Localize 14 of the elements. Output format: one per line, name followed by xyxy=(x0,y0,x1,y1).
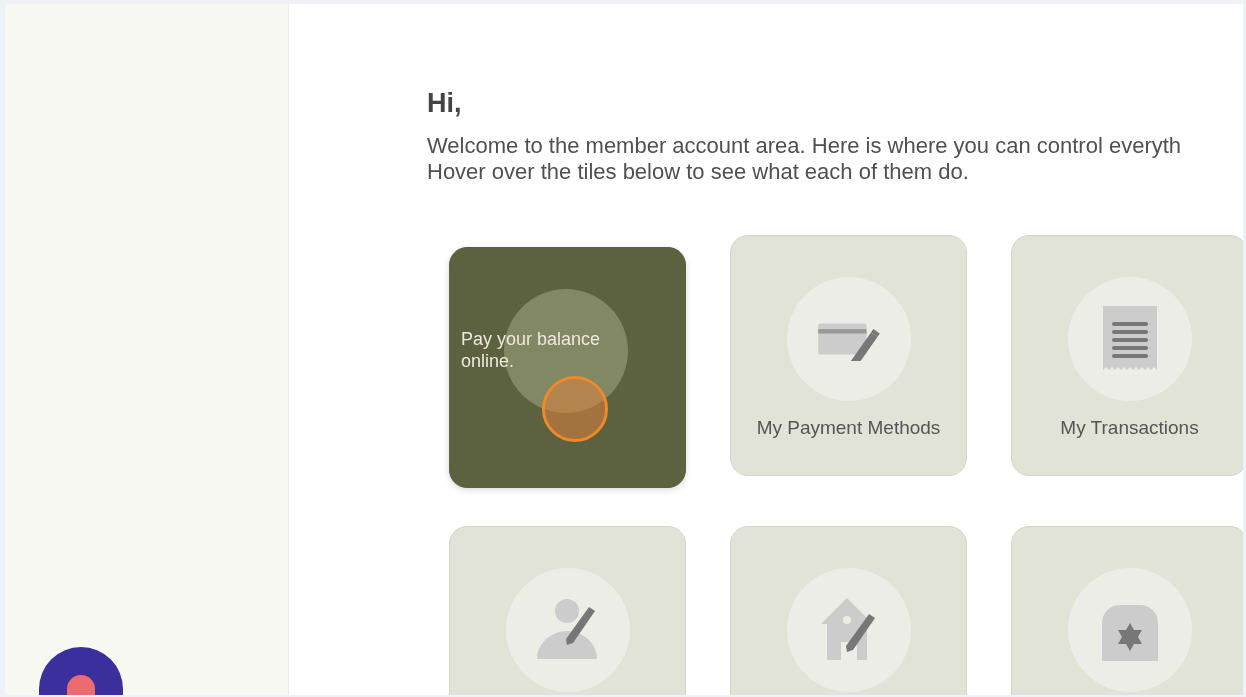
greeting-heading: Hi, xyxy=(427,88,463,119)
intro-text: Hover over the tiles below to see what each of them do. xyxy=(427,159,970,185)
intro-text: Welcome to the member account area. Here is where you can control everyth xyxy=(427,133,1183,159)
house-pencil-icon xyxy=(820,598,877,662)
menu-tile[interactable]: My Payment Methods xyxy=(730,235,967,476)
user-pencil-icon xyxy=(536,599,599,661)
tile-label: My Payment Methods xyxy=(756,417,941,439)
menu-tile[interactable]: My Transactions xyxy=(1011,235,1243,476)
menu-tile[interactable]: Pay your balance online. xyxy=(449,247,686,488)
tile-description: Pay your balance online. xyxy=(461,328,602,372)
receipt-icon xyxy=(1101,306,1158,372)
menu-tile[interactable] xyxy=(449,526,686,695)
tile-label: My Transactions xyxy=(1060,417,1199,439)
menu-tile[interactable] xyxy=(730,526,967,695)
